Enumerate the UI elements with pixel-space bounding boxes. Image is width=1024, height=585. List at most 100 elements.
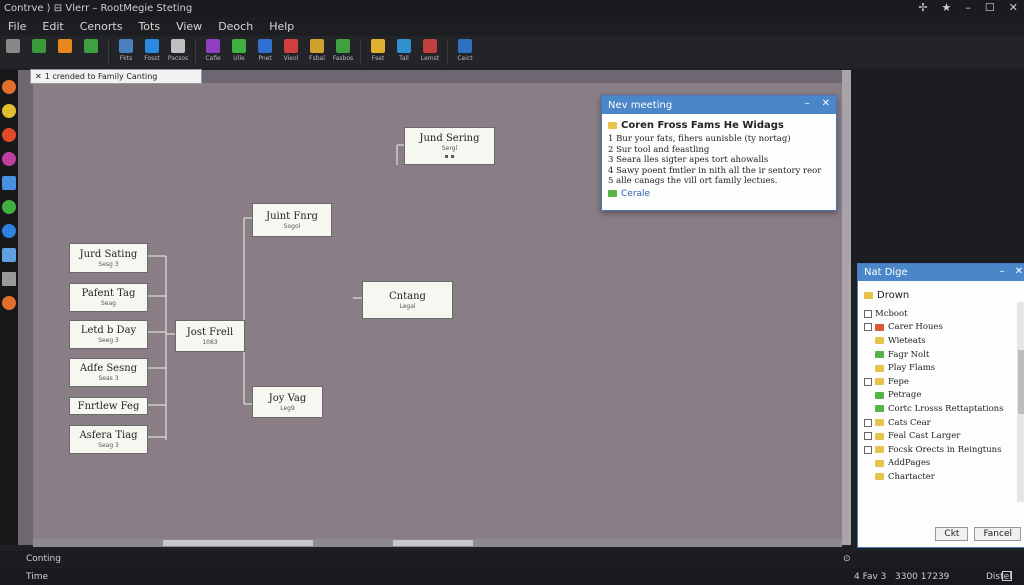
node-sub: Leg9 <box>280 404 295 412</box>
person-node[interactable]: Adfe Sesng Seas 3 <box>69 358 148 387</box>
list-item-label: Cats Cear <box>888 417 931 428</box>
person-node[interactable]: Juint Fnrg Sogol <box>252 203 332 237</box>
list-item[interactable]: Carer Houes <box>864 321 1024 335</box>
list-item-label: Chartacter <box>888 471 935 482</box>
check-icon <box>608 190 617 197</box>
person-node[interactable]: Cntang Legal <box>362 281 453 319</box>
minimize-button[interactable]: – <box>1000 266 1005 277</box>
scroll-thumb[interactable] <box>163 540 313 546</box>
list-item[interactable]: Fagr Nolt <box>864 348 1024 362</box>
list-item[interactable]: AddPages <box>864 457 1024 471</box>
node-sub2: ▪ ▪ <box>444 152 455 160</box>
ok-button[interactable]: Ckt <box>935 527 969 541</box>
dialog-title: Nev meeting <box>608 99 673 111</box>
node-name: Jurd Sating <box>79 248 138 260</box>
list-item-label: Feal Cast Larger <box>888 431 961 442</box>
list-item[interactable]: Cats Cear <box>864 416 1024 430</box>
person-node[interactable]: Jurd Sating Sesg 3 <box>69 243 148 273</box>
checkbox[interactable] <box>864 323 872 332</box>
list-item[interactable]: Wieteats <box>864 334 1024 348</box>
list-item-label: Focsk Orects in Reingtuns <box>888 444 1002 455</box>
scroll-thumb[interactable] <box>393 540 473 546</box>
dialog-line: 5 alle canags the vill ort family lectue… <box>608 176 778 186</box>
status-time: 3300 17239 <box>895 571 950 582</box>
list-item[interactable]: Chartacter <box>864 470 1024 484</box>
dialog-line: 4 Sawy poent fmtler in nith all the ir s… <box>608 165 822 176</box>
list-item[interactable]: Focsk Orects in Reingtuns <box>864 443 1024 457</box>
list-item-label: Fepe <box>888 376 909 387</box>
list-item-label: Petrage <box>888 390 922 401</box>
node-sub: Seeg 3 <box>98 337 119 344</box>
list-item[interactable]: Play Flams <box>864 361 1024 375</box>
node-sub: 1083 <box>202 338 218 346</box>
list-item-label: Wieteats <box>888 335 926 346</box>
list-item[interactable]: Cortc Lrosss Rettaptations <box>864 402 1024 416</box>
list-item[interactable]: Petrage <box>864 389 1024 403</box>
list-item[interactable]: Mcboot <box>864 307 1024 321</box>
folder-icon <box>875 351 884 359</box>
dialog-link[interactable]: Cerale <box>621 189 650 199</box>
folder-icon <box>875 473 884 481</box>
person-node[interactable]: Fnrtlew Feg <box>69 397 148 415</box>
list-item-label: Fagr Nolt <box>888 349 930 360</box>
checkbox[interactable] <box>864 418 872 427</box>
node-name: Jund Sering <box>419 132 480 144</box>
person-node[interactable]: Joy Vag Leg9 <box>252 386 323 418</box>
folder-icon <box>875 364 884 372</box>
checkbox[interactable] <box>864 445 872 454</box>
list-item[interactable]: Fepe <box>864 375 1024 389</box>
folder-icon <box>875 323 884 331</box>
status-text: Conting <box>26 554 61 564</box>
list-item-label: Mcboot <box>875 308 908 319</box>
close-button[interactable]: ✕ <box>1015 266 1023 277</box>
person-node[interactable]: Letd b Day Seeg 3 <box>69 320 148 349</box>
person-node[interactable]: Jund Sering Sergl ▪ ▪ <box>404 127 495 165</box>
list-item-label: AddPages <box>888 458 931 469</box>
person-node[interactable]: Pafent Tag Seag <box>69 283 148 312</box>
node-sub: Sesg 3 <box>98 260 119 268</box>
dialog-line: 2 Sur tool and feastling <box>608 144 710 155</box>
node-sub: Sogol <box>283 222 301 230</box>
node-name: Fnrtlew Feg <box>77 400 140 412</box>
checkbox[interactable] <box>864 309 872 318</box>
node-name: Juint Fnrg <box>266 210 318 222</box>
canvas-horizontal-scrollbar[interactable] <box>33 539 842 547</box>
scroll-thumb[interactable] <box>1018 350 1024 414</box>
node-sub: Seas 3 <box>98 375 119 382</box>
list-item[interactable]: Feal Cast Larger <box>864 429 1024 443</box>
status-pos: 4 Fav 3 <box>854 571 887 582</box>
node-sub: Sergl <box>441 144 458 152</box>
checkbox[interactable] <box>864 377 872 386</box>
tree-root[interactable]: Drown <box>877 290 909 301</box>
minimize-button[interactable]: – <box>805 98 810 109</box>
node-name: Pafent Tag <box>81 288 136 299</box>
status-text: Time <box>26 571 49 582</box>
canvas-vertical-scrollbar[interactable] <box>842 70 851 545</box>
node-name: Adfe Sesng <box>79 363 138 374</box>
folder-icon <box>875 446 884 454</box>
folder-icon <box>608 122 617 129</box>
status-bar-bottom: Time 4 Fav 3 3300 17239 Distel <box>0 568 1024 585</box>
node-name: Joy Vag <box>268 392 307 404</box>
checkbox[interactable] <box>864 432 872 441</box>
folder-icon <box>875 391 884 399</box>
cancel-button[interactable]: Fancel <box>974 527 1021 541</box>
node-sub: Seag 3 <box>98 442 119 449</box>
list-scrollbar[interactable] <box>1017 302 1024 502</box>
status-bar-top: Conting ⊙ <box>0 551 1024 567</box>
status-icon: ⊙ <box>843 554 851 564</box>
folder-icon <box>875 378 884 386</box>
status-extra: Distel <box>986 572 1012 582</box>
close-button[interactable]: ✕ <box>822 98 830 109</box>
person-node[interactable]: Asfera Tiag Seag 3 <box>69 425 148 454</box>
nat-dige-dialog: Nat Dige – ✕ Drown Mcboot Carer Houes Wiet… <box>857 263 1024 548</box>
folder-icon <box>875 405 884 413</box>
folder-icon <box>875 419 884 427</box>
dialog-line: 1 Bur your fats, fihers aunisble (ty nor… <box>608 134 791 144</box>
folder-icon <box>875 459 884 467</box>
right-panel-background <box>851 70 1024 263</box>
person-node[interactable]: Jost Frell 1083 <box>175 320 245 352</box>
node-name: Cntang <box>389 290 426 302</box>
dialog-heading: Coren Fross Fams He Widags <box>621 120 784 131</box>
list-item-label: Play Flams <box>888 363 936 374</box>
